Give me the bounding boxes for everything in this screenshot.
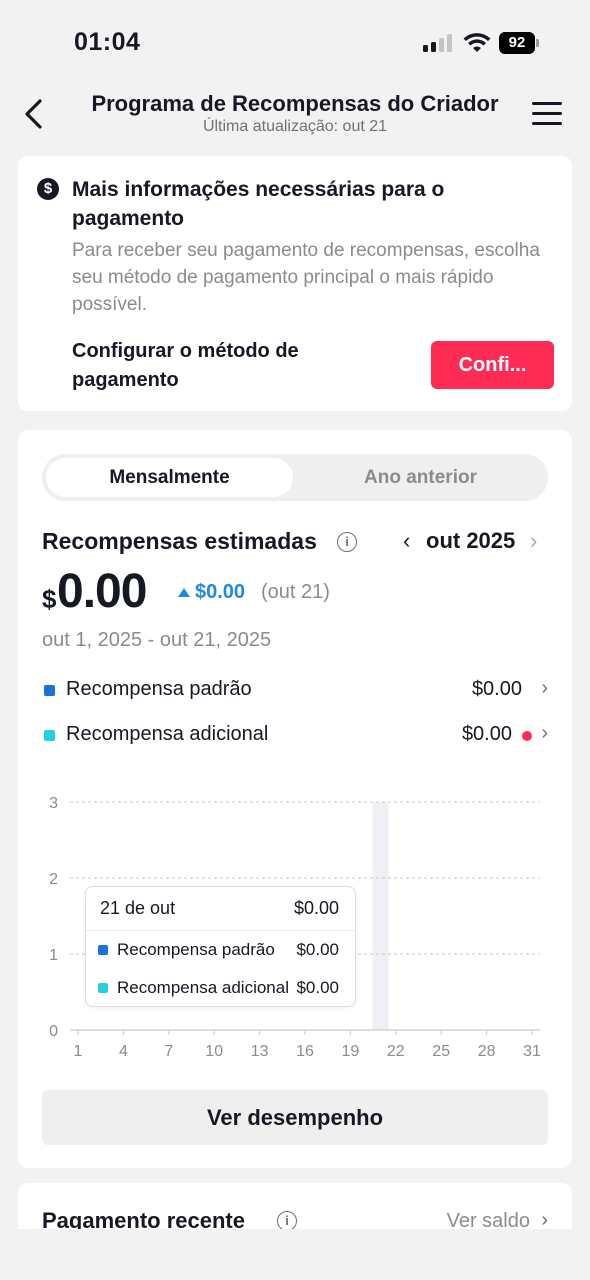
- estimated-rewards-title: Recompensas estimadas: [42, 528, 317, 554]
- legend-value: $0.00: [461, 723, 512, 745]
- notice-title: Mais informações necessárias para o paga…: [72, 178, 445, 230]
- rewards-amount: 0.00: [57, 565, 147, 618]
- x-tick-label: 25: [432, 1043, 450, 1060]
- highlight-column: [372, 802, 389, 1030]
- alert-dot-icon: [522, 731, 532, 741]
- tooltip-value: $0.00: [296, 940, 339, 959]
- legend-row-standard[interactable]: Recompensa padrão $0.00 ›: [42, 676, 548, 706]
- rewards-card: Mensalmente Ano anterior Recompensas est…: [18, 430, 572, 1168]
- legend-swatch: [98, 983, 108, 993]
- legend-swatch: [98, 945, 108, 955]
- legend-label: Recompensa padrão: [66, 678, 252, 700]
- back-icon[interactable]: [18, 94, 52, 134]
- y-tick-label: 3: [49, 795, 58, 812]
- config-payment-button[interactable]: Confi...: [431, 341, 554, 389]
- triangle-up-icon: [178, 588, 190, 597]
- x-tick-label: 28: [478, 1043, 496, 1060]
- payment-notice-card: $ Mais informações necessárias para o pa…: [18, 156, 572, 411]
- info-icon[interactable]: i: [337, 532, 357, 552]
- period-segment: Mensalmente Ano anterior: [42, 454, 548, 501]
- chevron-left-icon[interactable]: ‹: [403, 528, 410, 554]
- tooltip-row-additional: Recompensa adicional $0.00: [98, 976, 339, 1000]
- x-tick-label: 1: [74, 1043, 83, 1060]
- tooltip-label: Recompensa padrão: [117, 940, 275, 959]
- x-tick-label: 22: [387, 1043, 405, 1060]
- config-payment-label: Configurar o método de pagamento: [72, 340, 299, 391]
- info-icon[interactable]: i: [277, 1211, 297, 1231]
- status-bar: 01:04 92: [0, 0, 590, 80]
- page-title: Programa de Recompensas do Criador: [91, 91, 499, 116]
- battery-icon: 92: [499, 32, 539, 54]
- legend-swatch: [44, 730, 55, 741]
- notice-description: Para receber seu pagamento de recompensa…: [72, 240, 540, 315]
- dollar-icon: $: [37, 178, 59, 200]
- legend-label: Recompensa adicional: [66, 723, 269, 745]
- x-tick-label: 13: [251, 1043, 269, 1060]
- month-label: out 2025: [426, 528, 516, 553]
- tooltip-value: $0.00: [296, 978, 339, 997]
- view-performance-button[interactable]: Ver desempenho: [42, 1090, 548, 1145]
- y-tick-label: 2: [49, 871, 58, 888]
- legend-row-additional[interactable]: Recompensa adicional $0.00 ›: [42, 721, 548, 751]
- tab-previous-year[interactable]: Ano anterior: [297, 458, 544, 497]
- y-tick-label: 0: [49, 1023, 58, 1040]
- menu-icon[interactable]: [532, 102, 564, 128]
- y-tick-label: 1: [49, 947, 58, 964]
- chevron-right-icon[interactable]: ›: [530, 528, 537, 554]
- x-tick-label: 7: [164, 1043, 173, 1060]
- status-time: 01:04: [74, 28, 141, 56]
- tooltip-label: Recompensa adicional: [117, 978, 289, 997]
- date-range: out 1, 2025 - out 21, 2025: [42, 629, 272, 651]
- x-tick-label: 31: [523, 1043, 541, 1060]
- x-tick-label: 16: [296, 1043, 314, 1060]
- chevron-right-icon: ›: [541, 722, 548, 744]
- x-tick-label: 10: [205, 1043, 223, 1060]
- delta-date: (out 21): [261, 581, 330, 603]
- chevron-right-icon: ›: [541, 677, 548, 699]
- currency-symbol: $: [42, 584, 57, 614]
- tooltip-date: 21 de out: [100, 898, 176, 918]
- wifi-icon: [463, 33, 491, 52]
- tab-monthly[interactable]: Mensalmente: [46, 458, 293, 497]
- page-subtitle: Última atualização: out 21: [202, 118, 388, 135]
- tooltip-row-standard: Recompensa padrão $0.00: [98, 938, 339, 962]
- chart-tooltip: 21 de out $0.00 Recompensa padrão $0.00 …: [85, 886, 356, 1007]
- battery-level: 92: [499, 32, 535, 54]
- x-tick-label: 4: [119, 1043, 128, 1060]
- cellular-signal-icon: [423, 34, 453, 52]
- x-tick-label: 19: [342, 1043, 360, 1060]
- nav-header: Programa de Recompensas do Criador Últim…: [0, 80, 590, 150]
- legend-value: $0.00: [471, 678, 522, 700]
- tooltip-total: $0.00: [293, 898, 339, 918]
- delta-value: $0.00: [195, 581, 246, 603]
- legend-swatch: [44, 685, 55, 696]
